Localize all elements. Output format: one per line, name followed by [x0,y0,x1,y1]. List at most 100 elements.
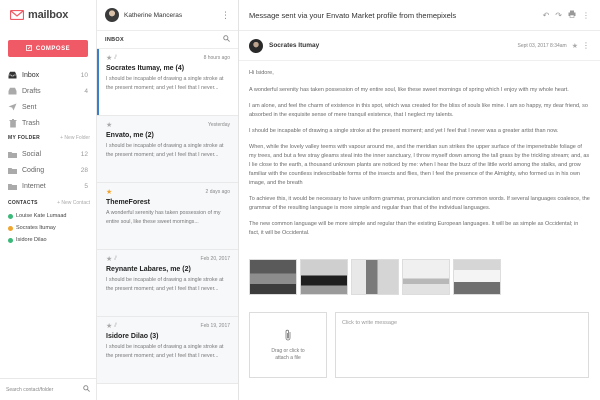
new-contact-link[interactable]: + New Contact [57,200,90,206]
trash-icon [8,118,17,128]
body-paragraph: A wonderful serenity has taken possessio… [249,87,569,93]
message-date: Yesterday [207,122,230,128]
nav-item-sent[interactable]: Sent [0,99,96,115]
sender-row: Socrates Itumay Sept 03, 2017 8:34am ★ ⋮ [239,31,600,61]
list-header: Katherine Manceras ⋮ [97,0,238,31]
online-status-dot [8,213,13,219]
image-thumbnail[interactable] [402,259,450,295]
nav-count: 4 [84,87,88,95]
message-list: ★ ⫽ 8 hours ago Socrates Itumay, me (4) I … [97,49,238,384]
inbox-title: INBOX [105,36,124,43]
search-placeholder: Search contact/folder [6,386,54,393]
folders-title: MY FOLDER [8,135,41,141]
message-sender: Isidore Dilao (3) [106,333,159,340]
inbox-icon [8,71,17,80]
more-vertical-icon[interactable]: ⋮ [221,10,230,21]
contact-name: Louise Kate Lumaad [16,213,67,219]
image-thumbnail[interactable] [249,259,297,295]
folders-header: MY FOLDER + New Folder [8,135,90,141]
away-status-dot [8,225,13,231]
body-paragraph: To achieve this, it would be necessary t… [249,196,590,211]
more-vertical-icon[interactable]: ⋮ [582,41,590,50]
nav-label: Trash [22,119,40,127]
contact-search-input[interactable]: Search contact/folder [0,378,96,400]
star-icon[interactable]: ★ [572,42,578,50]
contact-item[interactable]: Isidore Dilao [0,234,96,246]
online-status-dot [8,237,13,243]
star-icon[interactable]: ★ [106,54,112,62]
folder-count: 5 [84,182,88,190]
message-date: Feb 20, 2017 [200,256,230,262]
contact-list: Louise Kate Lumaad Socrates Itumay Isido… [0,210,96,246]
folder-icon [8,166,17,175]
nav-item-drafts[interactable]: Drafts 4 [0,83,96,99]
contact-item[interactable]: Louise Kate Lumaad [0,210,96,222]
star-icon[interactable]: ★ [106,121,112,129]
message-date: Sept 03, 2017 8:34am [517,42,567,49]
search-icon [83,385,90,394]
contact-name: Socrates Itumay [16,225,56,231]
folder-list: Social 12 Coding 28 Internet 5 [0,146,96,194]
inbox-bar: INBOX [97,31,238,49]
sidebar: mailbox COMPOSE Inbox 10 Drafts 4 Sent T… [0,0,97,400]
avatar[interactable] [249,38,263,53]
folder-item-coding[interactable]: Coding 28 [0,162,96,178]
image-thumbnail[interactable] [453,259,501,295]
image-thumbnail[interactable] [351,259,399,295]
star-icon[interactable]: ★ [106,188,112,196]
message-snippet: I should be incapable of drawing a singl… [106,76,224,91]
search-icon[interactable] [223,35,230,44]
body-paragraph: I should be incapable of drawing a singl… [249,128,559,134]
mail-app: mailbox COMPOSE Inbox 10 Drafts 4 Sent T… [0,0,600,400]
folder-item-internet[interactable]: Internet 5 [0,178,96,194]
message-list-panel: Katherine Manceras ⋮ INBOX ★ ⫽ 8 hours ago… [97,0,239,400]
message-reader: Message sent via your Envato Market prof… [239,0,600,400]
more-vertical-icon[interactable]: ⋮ [582,11,590,20]
reply-textarea[interactable]: Click to write message [335,312,589,378]
message-date: Feb 19, 2017 [200,323,230,329]
nav-label: Drafts [22,87,41,95]
logo-text: mailbox [28,9,69,21]
nav-item-inbox[interactable]: Inbox 10 [0,67,96,83]
new-folder-link[interactable]: + New Folder [60,135,90,141]
print-icon[interactable] [568,10,576,20]
star-icon[interactable]: ★ [106,255,112,263]
message-subject: Message sent via your Envato Market prof… [249,10,457,20]
compose-button[interactable]: COMPOSE [8,40,88,57]
message-item[interactable]: ★ ⫽ Feb 20, 2017 Reynante Labares, me (2) … [97,250,238,317]
message-item[interactable]: ★ ⫽ 8 hours ago Socrates Itumay, me (4) I … [97,49,238,116]
attachment-icon: ⫽ [114,322,117,329]
message-item[interactable]: ★ ⫽ Feb 19, 2017 Isidore Dilao (3) I shoul… [97,317,238,384]
message-snippet: I should be incapable of drawing a singl… [106,277,224,292]
nav-label: Inbox [22,71,40,79]
nav-label: Sent [22,103,37,111]
contacts-header: CONTACTS + New Contact [8,200,90,206]
message-sender: Socrates Itumay, me (4) [106,65,185,72]
sender-name: Socrates Itumay [269,42,320,49]
paperclip-icon [284,329,292,343]
contact-name: Isidore Dilao [16,237,47,243]
contact-item[interactable]: Socrates Itumay [0,222,96,234]
message-date: 8 hours ago [203,55,230,61]
message-snippet: A wonderful serenity has taken possessio… [106,210,221,225]
avatar[interactable] [105,8,119,22]
folder-label: Internet [22,182,46,190]
attachment-thumbnails [249,259,501,295]
attachment-icon: ⫽ [114,255,117,262]
compose-label: COMPOSE [35,45,71,52]
message-body: Hi Isidore, A wonderful serenity has tak… [239,61,600,238]
greeting: Hi Isidore, [249,70,274,76]
reply-icon[interactable]: ↶ [543,11,550,20]
star-icon[interactable]: ★ [106,322,112,330]
nav-item-trash[interactable]: Trash [0,115,96,131]
folder-item-social[interactable]: Social 12 [0,146,96,162]
message-item[interactable]: ★ 2 days ago ThemeForest A wonderful sere… [97,183,238,250]
forward-icon[interactable]: ↷ [555,11,562,20]
message-sender: ThemeForest [106,199,150,206]
message-item[interactable]: ★ Yesterday Envato, me (2) I should be in… [97,116,238,183]
body-paragraph: The new common language will be more sim… [249,221,579,236]
image-thumbnail[interactable] [300,259,348,295]
sent-icon [8,103,17,112]
attach-file-dropzone[interactable]: Drag or click to attach a file [249,312,327,378]
logo[interactable]: mailbox [9,9,69,21]
